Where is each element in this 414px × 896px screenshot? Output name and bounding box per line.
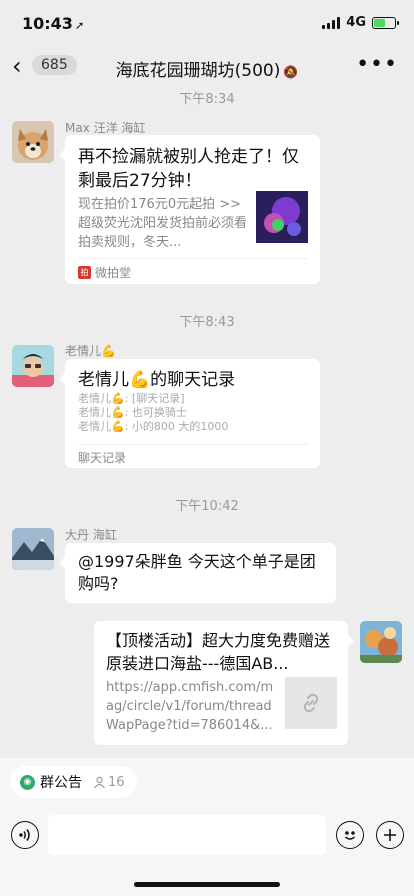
group-notice-button[interactable]: ◉ 群公告 16 — [10, 766, 137, 798]
voice-input-button[interactable] — [11, 821, 39, 849]
status-bar: 10:43 ➚ 4G — [0, 0, 414, 46]
timestamp: 下午8:34 — [179, 92, 235, 107]
status-time: 10:43 ➚ — [22, 14, 84, 33]
link-title: 【顶楼活动】超大力度免费赠送原装进口海盐---德国AB... — [106, 631, 331, 673]
message-input[interactable] — [48, 815, 326, 855]
timestamp: 下午8:43 — [179, 315, 235, 330]
sender-name: Max 汪洋 海缸 — [65, 121, 146, 135]
mini-program-card[interactable]: 再不捡漏就被别人抢走了！仅剩最后27分钟！ 现在拍价176元0元起拍 >> 超级… — [59, 135, 320, 284]
card-divider — [78, 444, 307, 445]
timestamp: 下午10:42 — [175, 499, 239, 514]
network-type: 4G — [346, 15, 366, 30]
message-text: @1997朵胖鱼 今天这个单子是团购吗? — [78, 552, 316, 593]
sender-name: 大丹 海缸 — [65, 528, 117, 542]
signal-icon — [322, 16, 341, 29]
emoji-button[interactable] — [336, 821, 364, 849]
location-arrow-icon: ➚ — [74, 19, 85, 32]
clock: 10:43 — [22, 14, 73, 33]
more-functions-button[interactable] — [376, 821, 404, 849]
person-icon — [94, 776, 105, 788]
notice-icon: ◉ — [20, 774, 35, 790]
more-options-icon[interactable]: ••• — [356, 52, 398, 77]
nav-bar: ‹ 685 海底花园珊瑚坊(500) 🔕 ••• — [0, 46, 414, 88]
battery-icon — [372, 16, 399, 29]
record-line: 老情儿💪: 小的800 大的1000 — [78, 420, 229, 433]
record-preview: 老情儿💪: [聊天记录] 老情儿💪: 也可换骑士 老情儿💪: 小的800 大的1… — [78, 392, 228, 434]
plus-icon — [384, 829, 396, 841]
card-source-label: 微拍堂 — [95, 266, 132, 280]
text-message[interactable]: @1997朵胖鱼 今天这个单子是团购吗? — [59, 543, 336, 603]
status-indicators: 4G — [322, 15, 399, 30]
card-divider — [78, 258, 307, 259]
weipaitang-logo-icon: 拍 — [78, 266, 91, 279]
chat-title: 海底花园珊瑚坊(500) 🔕 — [0, 56, 414, 81]
card-thumbnail — [256, 191, 308, 243]
input-toolbar — [0, 808, 414, 864]
link-card[interactable]: 【顶楼活动】超大力度免费赠送原装进口海盐---德国AB... https://a… — [94, 621, 354, 745]
sender-name: 老情儿💪 — [65, 344, 116, 358]
mute-bell-icon: 🔕 — [283, 65, 299, 79]
avatar[interactable] — [360, 621, 402, 663]
notice-label: 群公告 — [40, 775, 82, 791]
avatar[interactable] — [12, 121, 54, 163]
record-line: 老情儿💪: 也可换骑士 — [78, 406, 187, 419]
card-source: 拍 微拍堂 — [78, 264, 131, 281]
home-indicator — [134, 882, 280, 887]
record-footer: 聊天记录 — [78, 451, 127, 465]
chat-record-card[interactable]: 老情儿💪的聊天记录 老情儿💪: [聊天记录] 老情儿💪: 也可换骑士 老情儿💪:… — [59, 359, 320, 468]
chat-title-text: 海底花园珊瑚坊(500) — [115, 61, 281, 81]
voice-icon — [19, 829, 30, 841]
record-line: 老情儿💪: [聊天记录] — [78, 392, 185, 405]
record-title: 老情儿💪的聊天记录 — [78, 370, 236, 390]
member-count-value: 16 — [108, 774, 125, 790]
link-icon — [303, 693, 319, 713]
card-description: 现在拍价176元0元起拍 >> 超级荧光沈阳发货拍前必须看拍卖规则，冬天... — [78, 197, 248, 250]
member-count: 16 — [93, 775, 125, 790]
card-title: 再不捡漏就被别人抢走了！仅剩最后27分钟！ — [78, 147, 299, 191]
link-thumbnail — [285, 677, 337, 729]
avatar[interactable] — [12, 345, 54, 387]
emoji-icon — [345, 831, 355, 840]
link-url: https://app.cmfish.com/mag/circle/v1/for… — [106, 680, 274, 733]
avatar[interactable] — [12, 528, 54, 570]
